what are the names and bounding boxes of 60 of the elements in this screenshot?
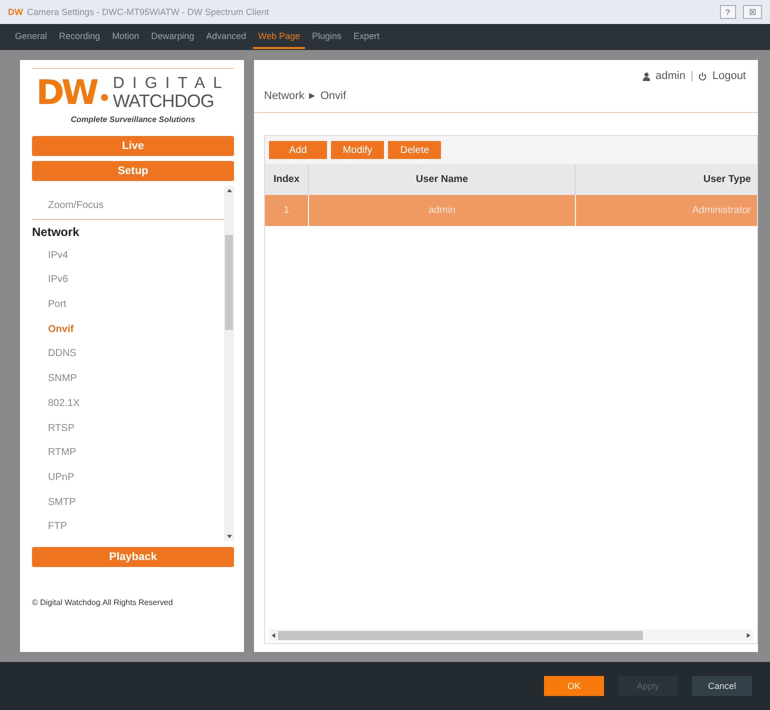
menu-item[interactable]: SNMP <box>32 367 224 392</box>
tab[interactable]: Dewarping <box>146 25 200 49</box>
user-icon <box>642 72 651 80</box>
logout-link[interactable]: Logout <box>712 70 746 82</box>
dialog-button[interactable]: OK <box>544 676 604 696</box>
username: admin <box>656 70 686 82</box>
table-cell: 1 <box>265 195 309 226</box>
tab[interactable]: Recording <box>54 25 106 49</box>
tab[interactable]: Advanced <box>201 25 252 49</box>
window-title: Camera Settings - DWC-MT95WiATW - DW Spectrum Client <box>27 7 269 17</box>
scrollbar[interactable] <box>224 186 234 541</box>
logo-tagline: Complete Surveillance Solutions <box>70 115 196 124</box>
toolbar-button[interactable]: Delete <box>388 141 442 159</box>
table-cell-text: Administrator <box>691 204 752 218</box>
app-logo: DW <box>8 7 23 17</box>
table-row[interactable]: 1 admin Administrator <box>265 195 757 226</box>
menu-item[interactable]: SMTP <box>32 490 224 516</box>
scroll-thumb[interactable] <box>225 235 233 330</box>
toolbar-button[interactable]: Add <box>269 141 327 159</box>
tab[interactable]: Plugins <box>307 25 347 49</box>
menu-item[interactable]: Port <box>32 293 224 318</box>
menu-item[interactable]: DDNS <box>32 342 224 368</box>
copyright-text: © Digital Watchdog.All Rights Reserved <box>32 598 174 607</box>
tab[interactable]: Web Page <box>253 25 306 49</box>
menu-item[interactable]: IPv4 <box>32 244 224 268</box>
toolbar-button[interactable]: Modify <box>330 141 384 159</box>
scroll-up-icon[interactable] <box>226 188 232 193</box>
separator: | <box>690 70 694 82</box>
column-header: User Type <box>702 173 752 187</box>
menu-item[interactable]: Zoom/Focus <box>32 194 224 219</box>
window-control-button[interactable]: ? <box>720 5 736 19</box>
tab[interactable]: Expert <box>348 25 385 49</box>
breadcrumb-item: Onvif <box>320 90 346 102</box>
scroll-thumb[interactable] <box>278 630 643 640</box>
breadcrumb-item[interactable]: Network <box>264 90 304 102</box>
logo-text: DIGITAL <box>112 76 230 92</box>
table-cell: admin <box>309 195 576 226</box>
tab[interactable]: General <box>10 25 52 49</box>
tab[interactable]: Motion <box>107 25 144 49</box>
power-icon <box>698 72 708 80</box>
menu-item[interactable]: FTP <box>32 515 224 540</box>
menu-item[interactable]: 802.1X <box>32 392 224 416</box>
menu-item[interactable]: Onvif <box>32 318 224 342</box>
nav-button[interactable]: Live <box>32 136 234 156</box>
scroll-left-icon[interactable] <box>271 632 276 638</box>
window-control-button[interactable]: ☒ <box>743 5 762 19</box>
breadcrumb-arrow-icon <box>309 93 316 99</box>
dot-icon <box>100 94 108 100</box>
playback-button[interactable]: Playback <box>32 547 234 567</box>
menu-item[interactable]: RTMP <box>32 441 224 466</box>
logo-text: WATCHDOG <box>112 92 215 110</box>
menu-item[interactable]: UPnP <box>32 466 224 491</box>
brand-mark: DW <box>36 73 96 113</box>
dialog-button[interactable]: Cancel <box>692 676 752 696</box>
scroll-down-icon[interactable] <box>226 534 232 539</box>
menu-item[interactable]: RTSP <box>32 416 224 442</box>
nav-button[interactable]: Setup <box>32 161 234 181</box>
scroll-right-icon[interactable] <box>746 632 751 638</box>
scrollbar[interactable] <box>269 629 753 641</box>
menu-item[interactable]: IPv6 <box>32 268 224 294</box>
